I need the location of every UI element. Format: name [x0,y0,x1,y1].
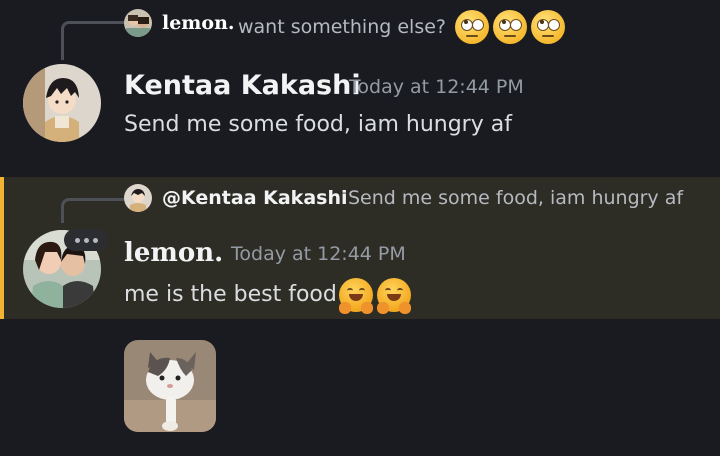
reply-preview-text[interactable]: Send me some food, iam hungry af [348,187,683,209]
hugging-face-emoji [338,278,373,314]
message-content: Send me some food, iam hungry af [124,112,512,137]
typing-indicator-icon [64,229,108,251]
reply-connector-line [61,198,124,223]
mention-highlight-bar [0,177,4,319]
hugging-face-emoji [376,278,411,314]
rolling-eyes-emoji [493,10,527,44]
cat-gif-attachment[interactable] [124,340,216,432]
rolling-eyes-emoji [455,10,489,44]
message-timestamp: Today at 12:44 PM [231,243,406,265]
reply-emoji-group [455,10,565,44]
message-timestamp: Today at 12:44 PM [349,76,524,98]
reply-preview-text[interactable]: want something else? [238,16,446,38]
message-author-name[interactable]: Kentaa Kakashi [124,70,361,101]
reply-avatar-kentaa[interactable] [124,184,152,212]
rolling-eyes-emoji [531,10,565,44]
message-content: me is the best food [124,278,411,314]
reply-avatar-lemon[interactable] [124,9,152,37]
reply-mention-author[interactable]: @Kentaa Kakashi [162,187,348,209]
avatar-kentaa-kakashi[interactable] [23,64,101,142]
reply-author-name[interactable]: lemon. [162,12,235,34]
reply-connector-line [61,21,124,60]
message-author-name[interactable]: lemon. [124,238,223,268]
